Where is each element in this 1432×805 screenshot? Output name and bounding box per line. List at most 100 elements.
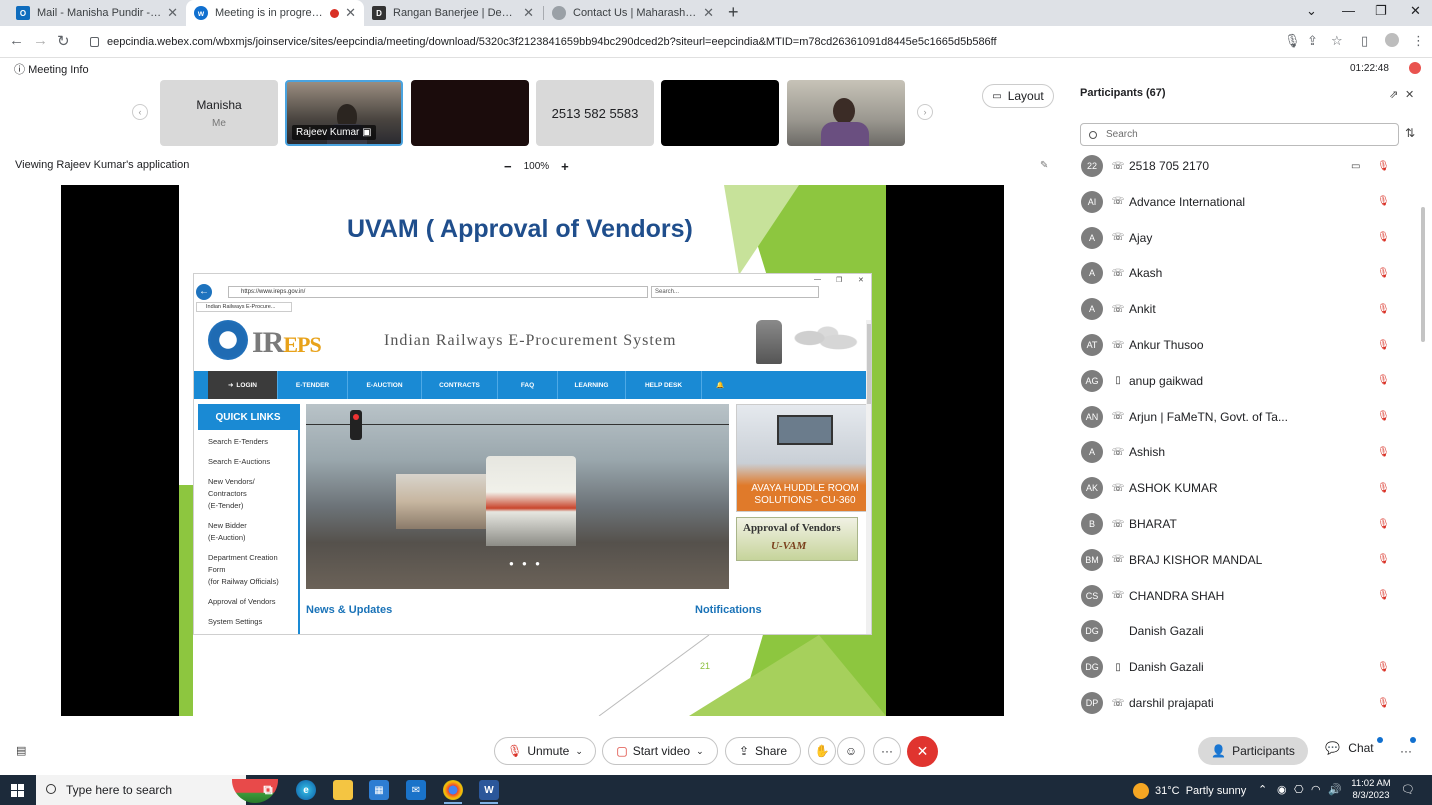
- participant-row[interactable]: A ☏ Akash 🎙: [1081, 255, 1411, 291]
- tray-chevron-icon[interactable]: ⌃: [1258, 783, 1267, 796]
- video-tile-dark[interactable]: [411, 80, 529, 146]
- tab-outlook[interactable]: O Mail - Manisha Pundir - Outlook ✕: [8, 0, 186, 26]
- layout-button[interactable]: ▭ Layout: [982, 84, 1054, 108]
- word-icon[interactable]: W: [479, 780, 499, 800]
- tab-contact-us[interactable]: Contact Us | Maharashtra Energy ✕: [544, 0, 722, 26]
- screenshot-ie-window: ← https://www.ireps.gov.in/ Search... — …: [193, 273, 872, 635]
- screen-share-icon: ▣: [362, 127, 372, 138]
- annotate-icon[interactable]: ✎: [1040, 160, 1048, 171]
- leave-meeting-button[interactable]: ✕: [907, 736, 938, 767]
- back-arrow-icon[interactable]: ←: [9, 32, 24, 49]
- participant-row[interactable]: A ☏ Ajay 🎙: [1081, 220, 1411, 256]
- close-icon[interactable]: ✕: [523, 5, 534, 21]
- chat-button[interactable]: 💬 Chat: [1325, 741, 1374, 755]
- overhead-wire: [306, 424, 729, 425]
- meeting-info-button[interactable]: ⓘ Meeting Info: [14, 61, 89, 77]
- tab-webex-meeting[interactable]: w Meeting is in progress... ✕: [186, 0, 364, 26]
- window-close-icon[interactable]: ✕: [1410, 3, 1421, 19]
- tab-search-icon[interactable]: ⌄: [1306, 3, 1317, 19]
- notification-center-icon[interactable]: 🗨: [1401, 783, 1415, 796]
- participant-row[interactable]: BM ☏ BRAJ KISHOR MANDAL 🎙: [1081, 542, 1411, 578]
- bookmark-star-icon[interactable]: ☆: [1331, 33, 1343, 49]
- more-options-button[interactable]: ···: [873, 737, 901, 765]
- restore-icon[interactable]: ❐: [1375, 3, 1387, 19]
- close-panel-icon[interactable]: ✕: [1405, 88, 1414, 101]
- ie-scrollbar: [866, 320, 871, 634]
- video-tile-phone-caller[interactable]: 2513 582 5583: [536, 80, 654, 146]
- camera-icon: ▭: [1351, 160, 1361, 172]
- tab-title: Rangan Banerjee | Department o: [393, 7, 518, 19]
- phone-audio-icon: ☏: [1111, 339, 1125, 351]
- minimize-icon[interactable]: —: [1342, 3, 1355, 18]
- more-panels-button[interactable]: ···: [1392, 737, 1420, 765]
- participant-row[interactable]: CS ☏ CHANDRA SHAH 🎙: [1081, 578, 1411, 614]
- forward-arrow-icon[interactable]: →: [33, 32, 48, 49]
- edge-icon[interactable]: e: [296, 780, 316, 800]
- start-video-button[interactable]: ▢ Start video ⌄: [602, 737, 718, 765]
- participant-row[interactable]: A ☏ Ashish 🎙: [1081, 434, 1411, 470]
- popout-icon[interactable]: ⇗: [1389, 88, 1398, 101]
- participant-row[interactable]: B ☏ BHARAT 🎙: [1081, 506, 1411, 542]
- video-tile-manisha[interactable]: Manisha Me: [160, 80, 278, 146]
- ireps-nav-contracts: CONTRACTS: [422, 371, 498, 399]
- mobile-device-icon: ▯: [1115, 661, 1121, 673]
- participant-row[interactable]: AK ☏ ASHOK KUMAR 🎙: [1081, 470, 1411, 506]
- participant-row[interactable]: A ☏ Ankit 🎙: [1081, 291, 1411, 327]
- tray-network-icon[interactable]: ⎔: [1294, 783, 1304, 796]
- video-tile-participant-video[interactable]: [787, 80, 905, 146]
- new-tab-icon[interactable]: +: [728, 2, 739, 23]
- filmstrip-prev-icon[interactable]: ‹: [132, 104, 148, 120]
- captions-icon[interactable]: ▤: [16, 744, 26, 757]
- microphone-icon[interactable]: 🎙: [1284, 33, 1301, 49]
- close-icon[interactable]: ✕: [345, 5, 356, 21]
- avatar: AI: [1081, 190, 1103, 213]
- participant-row[interactable]: DP ☏ darshil prajapati 🎙: [1081, 685, 1411, 721]
- participant-row[interactable]: AG ▯ anup gaikwad 🎙: [1081, 363, 1411, 399]
- windows-start-icon[interactable]: [11, 784, 24, 797]
- participant-row[interactable]: 22 ☏ 2518 705 2170 ▭ 🎙: [1081, 148, 1411, 184]
- tray-app-icon[interactable]: ◉: [1277, 783, 1287, 796]
- participant-row[interactable]: DG ▯ Danish Gazali 🎙: [1081, 649, 1411, 685]
- ie-minimize-icon: —: [814, 276, 821, 283]
- close-icon[interactable]: ✕: [703, 5, 714, 21]
- participant-row[interactable]: AT ☏ Ankur Thusoo 🎙: [1081, 327, 1411, 363]
- sort-icon[interactable]: ⇅: [1405, 126, 1415, 140]
- url-field[interactable]: eepcindia.webex.com/wbxmjs/joinservice/s…: [80, 29, 1340, 55]
- share-page-icon[interactable]: ⇪: [1307, 33, 1318, 49]
- unmute-button[interactable]: 🎙 Unmute ⌄: [494, 737, 596, 765]
- zoom-out-button[interactable]: −: [504, 159, 512, 174]
- tray-volume-icon[interactable]: 🔊: [1328, 783, 1342, 796]
- store-icon[interactable]: ▦: [369, 780, 389, 800]
- kebab-menu-icon[interactable]: ⋮: [1412, 33, 1425, 49]
- tray-wifi-icon[interactable]: ◠: [1311, 783, 1321, 796]
- close-icon[interactable]: ✕: [167, 5, 178, 21]
- taskbar-clock[interactable]: 11:02 AM 8/3/2023: [1350, 778, 1392, 802]
- video-tile-black[interactable]: [661, 80, 779, 146]
- raise-hand-button[interactable]: ✋: [808, 737, 836, 765]
- task-view-icon[interactable]: ⧉: [258, 780, 278, 800]
- filmstrip-next-icon[interactable]: ›: [917, 104, 933, 120]
- chrome-active-indicator: [444, 802, 462, 804]
- video-tile-rajeev-kumar[interactable]: Rajeev Kumar ▣: [285, 80, 403, 146]
- taskbar-search-input[interactable]: Type here to search: [36, 775, 278, 805]
- profile-avatar-icon[interactable]: [1385, 33, 1399, 47]
- chrome-icon[interactable]: [443, 780, 463, 800]
- microphone-muted-icon: 🎙: [1377, 482, 1390, 494]
- sidebar-icon[interactable]: ▯: [1361, 33, 1368, 49]
- participant-row[interactable]: AN ☏ Arjun | FaMeTN, Govt. of Ta... 🎙: [1081, 399, 1411, 435]
- participant-body: [821, 122, 869, 146]
- file-explorer-icon[interactable]: [333, 780, 353, 800]
- participant-row[interactable]: AI ☏ Advance International 🎙: [1081, 184, 1411, 220]
- mail-icon[interactable]: ✉: [406, 780, 426, 800]
- participant-scrollbar[interactable]: [1421, 207, 1425, 342]
- tab-rangan-banerjee[interactable]: D Rangan Banerjee | Department o ✕: [364, 0, 542, 26]
- weather-widget[interactable]: 31°C Partly sunny: [1133, 783, 1246, 799]
- share-button[interactable]: ⇪ Share: [725, 737, 801, 765]
- participant-search-input[interactable]: Search: [1080, 123, 1399, 146]
- reactions-button[interactable]: ☺: [837, 737, 865, 765]
- reload-icon[interactable]: ↻: [57, 32, 70, 50]
- participant-row[interactable]: DG Danish Gazali: [1081, 613, 1411, 649]
- zoom-in-button[interactable]: +: [561, 159, 569, 174]
- avatar: A: [1081, 441, 1103, 464]
- participants-button[interactable]: 👤 Participants: [1198, 737, 1308, 765]
